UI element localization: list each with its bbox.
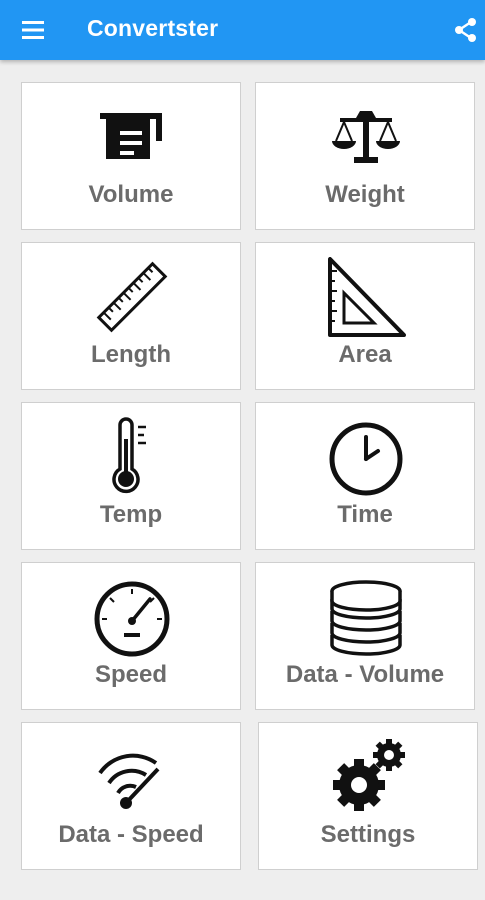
tile-label: Data - Volume bbox=[285, 661, 445, 688]
tile-temp[interactable]: Temp bbox=[21, 402, 241, 550]
wifi-gauge-icon bbox=[98, 753, 160, 809]
measuring-cup-icon bbox=[100, 113, 162, 159]
tile-area[interactable]: Area bbox=[255, 242, 475, 390]
tile-label: Weight bbox=[325, 181, 405, 208]
app-bar: Convertster bbox=[0, 0, 485, 60]
tile-label: Settings bbox=[320, 821, 416, 848]
tile-length[interactable]: Length bbox=[21, 242, 241, 390]
tile-volume[interactable]: Volume bbox=[21, 82, 241, 230]
tile-weight[interactable]: Weight bbox=[255, 82, 475, 230]
share-icon[interactable] bbox=[452, 16, 480, 44]
set-square-icon bbox=[328, 257, 406, 337]
database-icon bbox=[330, 580, 402, 656]
balance-scale-icon bbox=[332, 111, 400, 163]
tile-label: Temp bbox=[99, 501, 163, 528]
ruler-icon bbox=[96, 261, 168, 333]
tile-time[interactable]: Time bbox=[255, 402, 475, 550]
tile-data-speed[interactable]: Data - Speed bbox=[21, 722, 241, 870]
tile-label: Speed bbox=[94, 661, 168, 688]
tile-label: Length bbox=[91, 341, 171, 368]
tile-label: Data - Speed bbox=[58, 821, 204, 848]
speedometer-icon bbox=[94, 581, 170, 657]
tile-speed[interactable]: Speed bbox=[21, 562, 241, 710]
tile-label: Area bbox=[338, 341, 392, 368]
gears-icon bbox=[333, 739, 405, 811]
app-title: Convertster bbox=[87, 15, 219, 41]
tile-data-volume[interactable]: Data - Volume bbox=[255, 562, 475, 710]
tile-label: Time bbox=[337, 501, 393, 528]
thermometer-icon bbox=[112, 417, 146, 494]
clock-icon bbox=[329, 422, 403, 496]
tile-settings[interactable]: Settings bbox=[258, 722, 478, 870]
tile-label: Volume bbox=[88, 181, 174, 208]
hamburger-menu-icon[interactable] bbox=[20, 18, 48, 42]
